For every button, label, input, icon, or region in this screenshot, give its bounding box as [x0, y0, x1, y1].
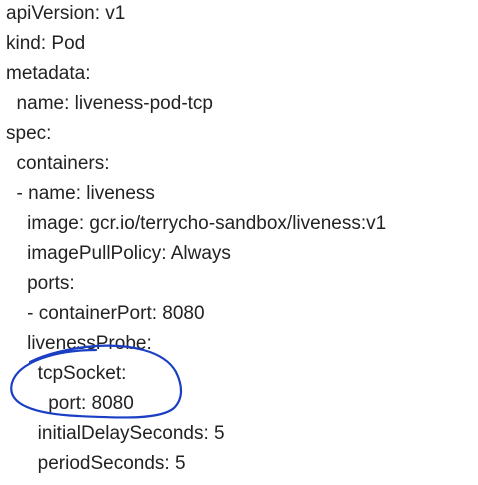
yaml-line-container-port: - containerPort: 8080: [6, 303, 205, 324]
yaml-document: apiVersion: v1 kind: Pod metadata: name:…: [0, 0, 478, 485]
yaml-line-kind: kind: Pod: [6, 33, 86, 54]
yaml-line-period-seconds: periodSeconds: 5: [6, 453, 186, 474]
yaml-line-api-version: apiVersion: v1: [6, 3, 126, 24]
yaml-line-metadata-name: name: liveness-pod-tcp: [6, 93, 213, 114]
yaml-line-container-name: - name: liveness: [6, 183, 155, 204]
yaml-line-metadata: metadata:: [6, 63, 91, 84]
yaml-line-tcp-socket: tcpSocket:: [6, 363, 127, 384]
yaml-line-tcp-port: port: 8080: [6, 393, 134, 414]
yaml-line-liveness-probe: livenessProbe:: [6, 333, 152, 354]
yaml-line-image-pull-policy: imagePullPolicy: Always: [6, 243, 231, 264]
yaml-line-initial-delay: initialDelaySeconds: 5: [6, 423, 225, 444]
yaml-line-containers: containers:: [6, 153, 110, 174]
yaml-line-spec: spec:: [6, 123, 52, 144]
yaml-line-image: image: gcr.io/terrycho-sandbox/liveness:…: [6, 213, 387, 234]
yaml-line-ports: ports:: [6, 273, 75, 294]
